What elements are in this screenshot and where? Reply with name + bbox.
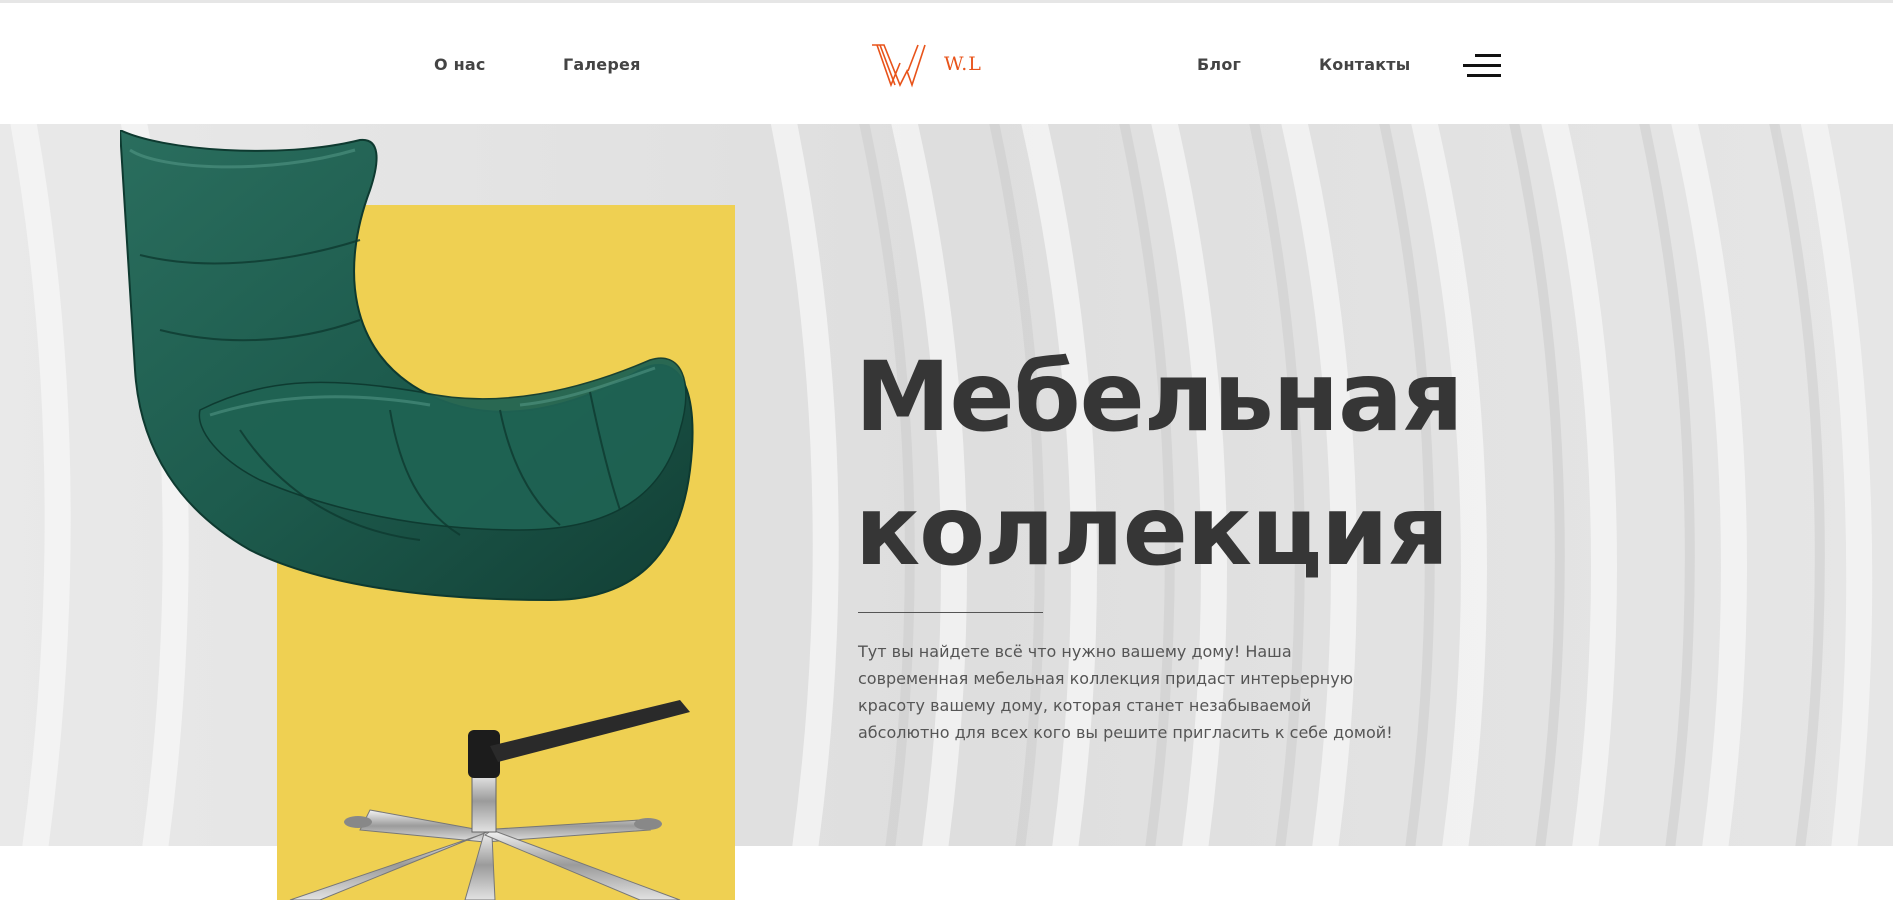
green-lounge-chair-image (120, 130, 694, 900)
hero-title: Мебельная коллекция (855, 330, 1464, 598)
hero-divider (858, 612, 1043, 613)
menu-line-top (1475, 54, 1501, 57)
hero-description: Тут вы найдете всё что нужно вашему дому… (858, 642, 1393, 742)
nav-link-contacts[interactable]: Контакты (1319, 55, 1410, 74)
hero-title-line-1: Мебельная (855, 341, 1464, 453)
logo-w-mark-icon (872, 44, 926, 88)
menu-line-bottom (1467, 74, 1501, 77)
site-header: О нас Галерея W.L Блог Контакты (0, 3, 1893, 124)
nav-link-gallery[interactable]: Галерея (563, 55, 641, 74)
nav-link-blog[interactable]: Блог (1197, 55, 1241, 74)
nav-link-about[interactable]: О нас (434, 55, 486, 74)
menu-line-middle (1463, 64, 1501, 67)
site-logo[interactable]: W.L (870, 41, 1000, 91)
logo-text: W.L (944, 53, 982, 75)
hamburger-menu-icon[interactable] (1463, 50, 1501, 82)
hero-title-line-2: коллекция (855, 475, 1449, 587)
page: О нас Галерея W.L Блог Контакты Мебельна… (0, 0, 1893, 900)
